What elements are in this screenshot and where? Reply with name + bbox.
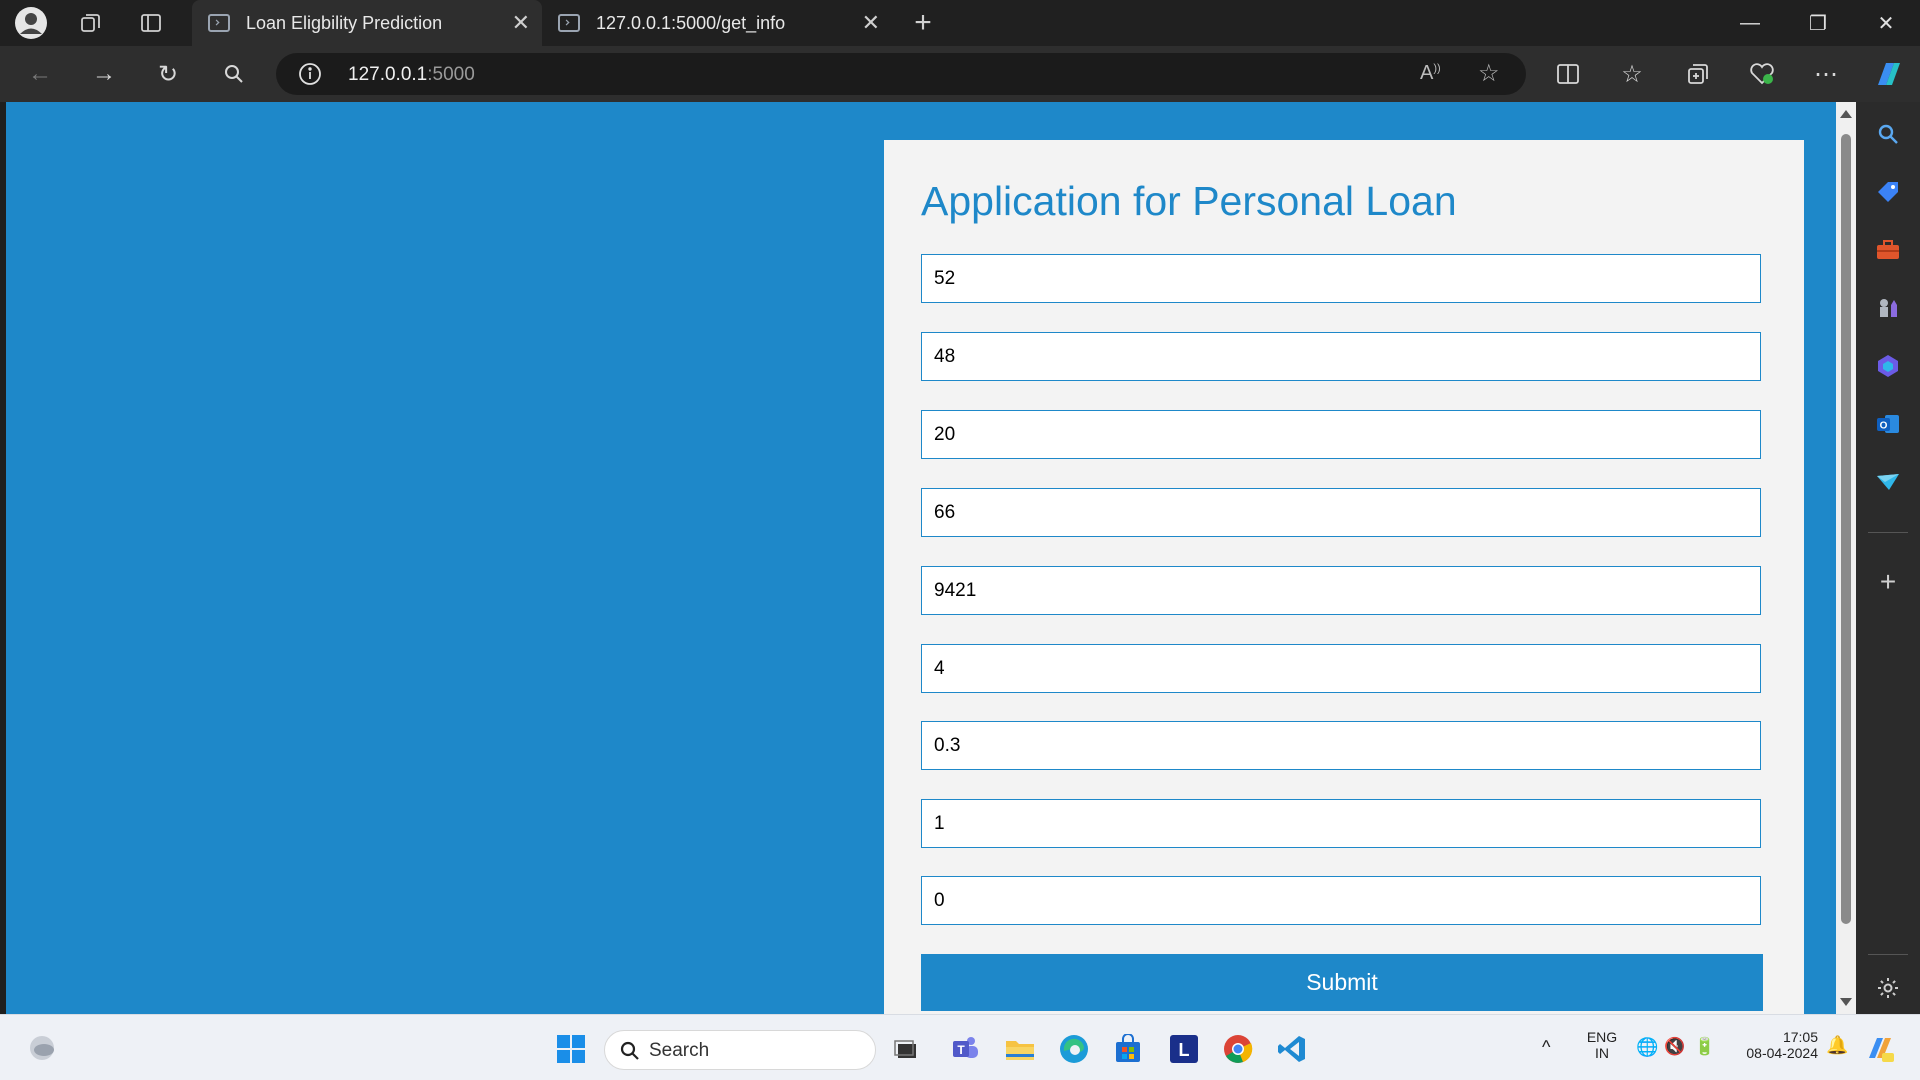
browser-toolbar: ← → ↻ 127.0.0.1:5000 A)) ☆ ☆ ⋯ bbox=[0, 46, 1920, 102]
form-field-4[interactable] bbox=[921, 488, 1761, 537]
favorites-icon[interactable]: ☆ bbox=[1614, 56, 1650, 92]
page-viewport: Application for Personal Loan Submit bbox=[6, 102, 1836, 1014]
form-field-9[interactable] bbox=[921, 876, 1761, 925]
edge-browser-icon[interactable] bbox=[1056, 1031, 1092, 1067]
outlook-icon[interactable]: O bbox=[1870, 406, 1906, 442]
title-bar: Loan Eligbility Prediction ✕ 127.0.0.1:5… bbox=[0, 0, 1920, 46]
page-title: Application for Personal Loan bbox=[921, 178, 1457, 224]
teams-icon[interactable]: T bbox=[948, 1031, 984, 1067]
forward-icon[interactable]: → bbox=[86, 56, 122, 92]
page-scrollbar[interactable] bbox=[1836, 102, 1856, 1014]
url-host: 127.0.0.1 bbox=[348, 64, 428, 85]
notifications-bell-icon[interactable]: 🔔 bbox=[1826, 1035, 1848, 1056]
l-app-icon[interactable]: L bbox=[1166, 1031, 1202, 1067]
sidebar-settings-icon[interactable] bbox=[1870, 970, 1906, 1006]
copilot-icon[interactable] bbox=[1870, 56, 1906, 92]
submit-button[interactable]: Submit bbox=[921, 954, 1763, 1011]
search-icon[interactable] bbox=[216, 56, 252, 92]
clock-date: 08-04-2024 bbox=[1746, 1045, 1818, 1061]
url-port: :5000 bbox=[427, 64, 475, 85]
svg-text:L: L bbox=[1179, 1040, 1190, 1060]
task-view-icon[interactable] bbox=[888, 1031, 924, 1067]
read-aloud-icon[interactable]: A)) bbox=[1420, 62, 1441, 85]
form-field-2[interactable] bbox=[921, 332, 1761, 381]
vertical-tabs-icon[interactable] bbox=[134, 6, 168, 40]
form-field-7[interactable] bbox=[921, 721, 1761, 770]
taskbar-search-icon bbox=[619, 1040, 641, 1067]
loan-form-card: Application for Personal Loan Submit bbox=[884, 140, 1804, 1014]
microsoft-store-icon[interactable] bbox=[1110, 1031, 1146, 1067]
tab-loan-eligibility[interactable]: Loan Eligbility Prediction ✕ bbox=[192, 0, 542, 46]
weather-widget-icon[interactable] bbox=[24, 1030, 60, 1066]
region-code: IN bbox=[1595, 1045, 1609, 1061]
form-field-1[interactable] bbox=[921, 254, 1761, 303]
windows-taskbar: Search T L ^ ENG IN 🌐 🔇 🔋 17:05 08-04-20… bbox=[0, 1014, 1920, 1080]
scroll-thumb[interactable] bbox=[1841, 134, 1851, 924]
back-icon[interactable]: ← bbox=[22, 56, 58, 92]
taskbar-search-label: Search bbox=[649, 1040, 710, 1061]
scroll-up-icon[interactable] bbox=[1840, 110, 1852, 118]
workspaces-icon[interactable] bbox=[74, 6, 108, 40]
vscode-icon[interactable] bbox=[1274, 1031, 1310, 1067]
edge-sidebar: O + bbox=[1856, 102, 1920, 1014]
svg-text:T: T bbox=[957, 1043, 965, 1057]
restore-icon[interactable]: ❐ bbox=[1784, 0, 1852, 46]
svg-text:O: O bbox=[1880, 421, 1888, 432]
tab-favicon-icon bbox=[558, 14, 580, 32]
taskbar-search-box[interactable]: Search bbox=[604, 1030, 876, 1070]
show-hidden-icons-icon[interactable]: ^ bbox=[1542, 1037, 1550, 1058]
language-code: ENG bbox=[1586, 1029, 1618, 1045]
tab-title: 127.0.0.1:5000/get_info bbox=[596, 12, 786, 33]
microsoft-365-icon[interactable] bbox=[1870, 348, 1906, 384]
copilot-taskbar-icon[interactable] bbox=[1862, 1031, 1898, 1067]
shopping-tag-icon[interactable] bbox=[1870, 174, 1906, 210]
sidebar-divider bbox=[1868, 532, 1908, 533]
close-tab-icon[interactable]: ✕ bbox=[512, 10, 530, 36]
tab-get-info[interactable]: 127.0.0.1:5000/get_info ✕ bbox=[542, 0, 892, 46]
sidebar-search-icon[interactable] bbox=[1870, 116, 1906, 152]
games-icon[interactable] bbox=[1870, 290, 1906, 326]
collections-icon[interactable] bbox=[1680, 56, 1716, 92]
tab-title: Loan Eligbility Prediction bbox=[246, 12, 443, 33]
scroll-down-icon[interactable] bbox=[1840, 998, 1852, 1006]
volume-muted-icon[interactable]: 🔇 bbox=[1664, 1037, 1685, 1057]
drop-send-icon[interactable] bbox=[1870, 464, 1906, 500]
form-field-8[interactable] bbox=[921, 799, 1761, 848]
address-bar[interactable]: 127.0.0.1:5000 A)) ☆ bbox=[276, 53, 1526, 95]
split-screen-icon[interactable] bbox=[1550, 56, 1586, 92]
close-window-icon[interactable]: ✕ bbox=[1852, 0, 1920, 46]
battery-icon[interactable]: 🔋 bbox=[1694, 1037, 1715, 1057]
chrome-icon[interactable] bbox=[1220, 1031, 1256, 1067]
site-info-icon[interactable] bbox=[298, 62, 322, 91]
file-explorer-icon[interactable] bbox=[1002, 1031, 1038, 1067]
form-field-5[interactable] bbox=[921, 566, 1761, 615]
tools-briefcase-icon[interactable] bbox=[1870, 232, 1906, 268]
more-options-icon[interactable]: ⋯ bbox=[1808, 56, 1844, 92]
browser-essentials-icon[interactable] bbox=[1744, 56, 1780, 92]
language-indicator[interactable]: ENG IN bbox=[1582, 1029, 1622, 1061]
close-tab-icon[interactable]: ✕ bbox=[862, 10, 880, 36]
clock[interactable]: 17:05 08-04-2024 bbox=[1734, 1029, 1818, 1061]
sidebar-divider bbox=[1868, 954, 1908, 955]
new-tab-icon[interactable]: + bbox=[906, 6, 940, 40]
network-globe-icon[interactable]: 🌐 bbox=[1636, 1037, 1658, 1058]
url-text[interactable]: 127.0.0.1:5000 bbox=[348, 64, 475, 86]
minimize-icon[interactable]: — bbox=[1716, 0, 1784, 46]
clock-time: 17:05 bbox=[1782, 1029, 1818, 1045]
profile-icon[interactable] bbox=[14, 6, 48, 40]
tab-favicon-icon bbox=[208, 14, 230, 32]
form-field-3[interactable] bbox=[921, 410, 1761, 459]
add-sidebar-app-icon[interactable]: + bbox=[1870, 564, 1906, 600]
refresh-icon[interactable]: ↻ bbox=[150, 56, 186, 92]
start-icon[interactable] bbox=[553, 1031, 589, 1067]
favorite-star-icon[interactable]: ☆ bbox=[1478, 59, 1500, 88]
form-field-6[interactable] bbox=[921, 644, 1761, 693]
